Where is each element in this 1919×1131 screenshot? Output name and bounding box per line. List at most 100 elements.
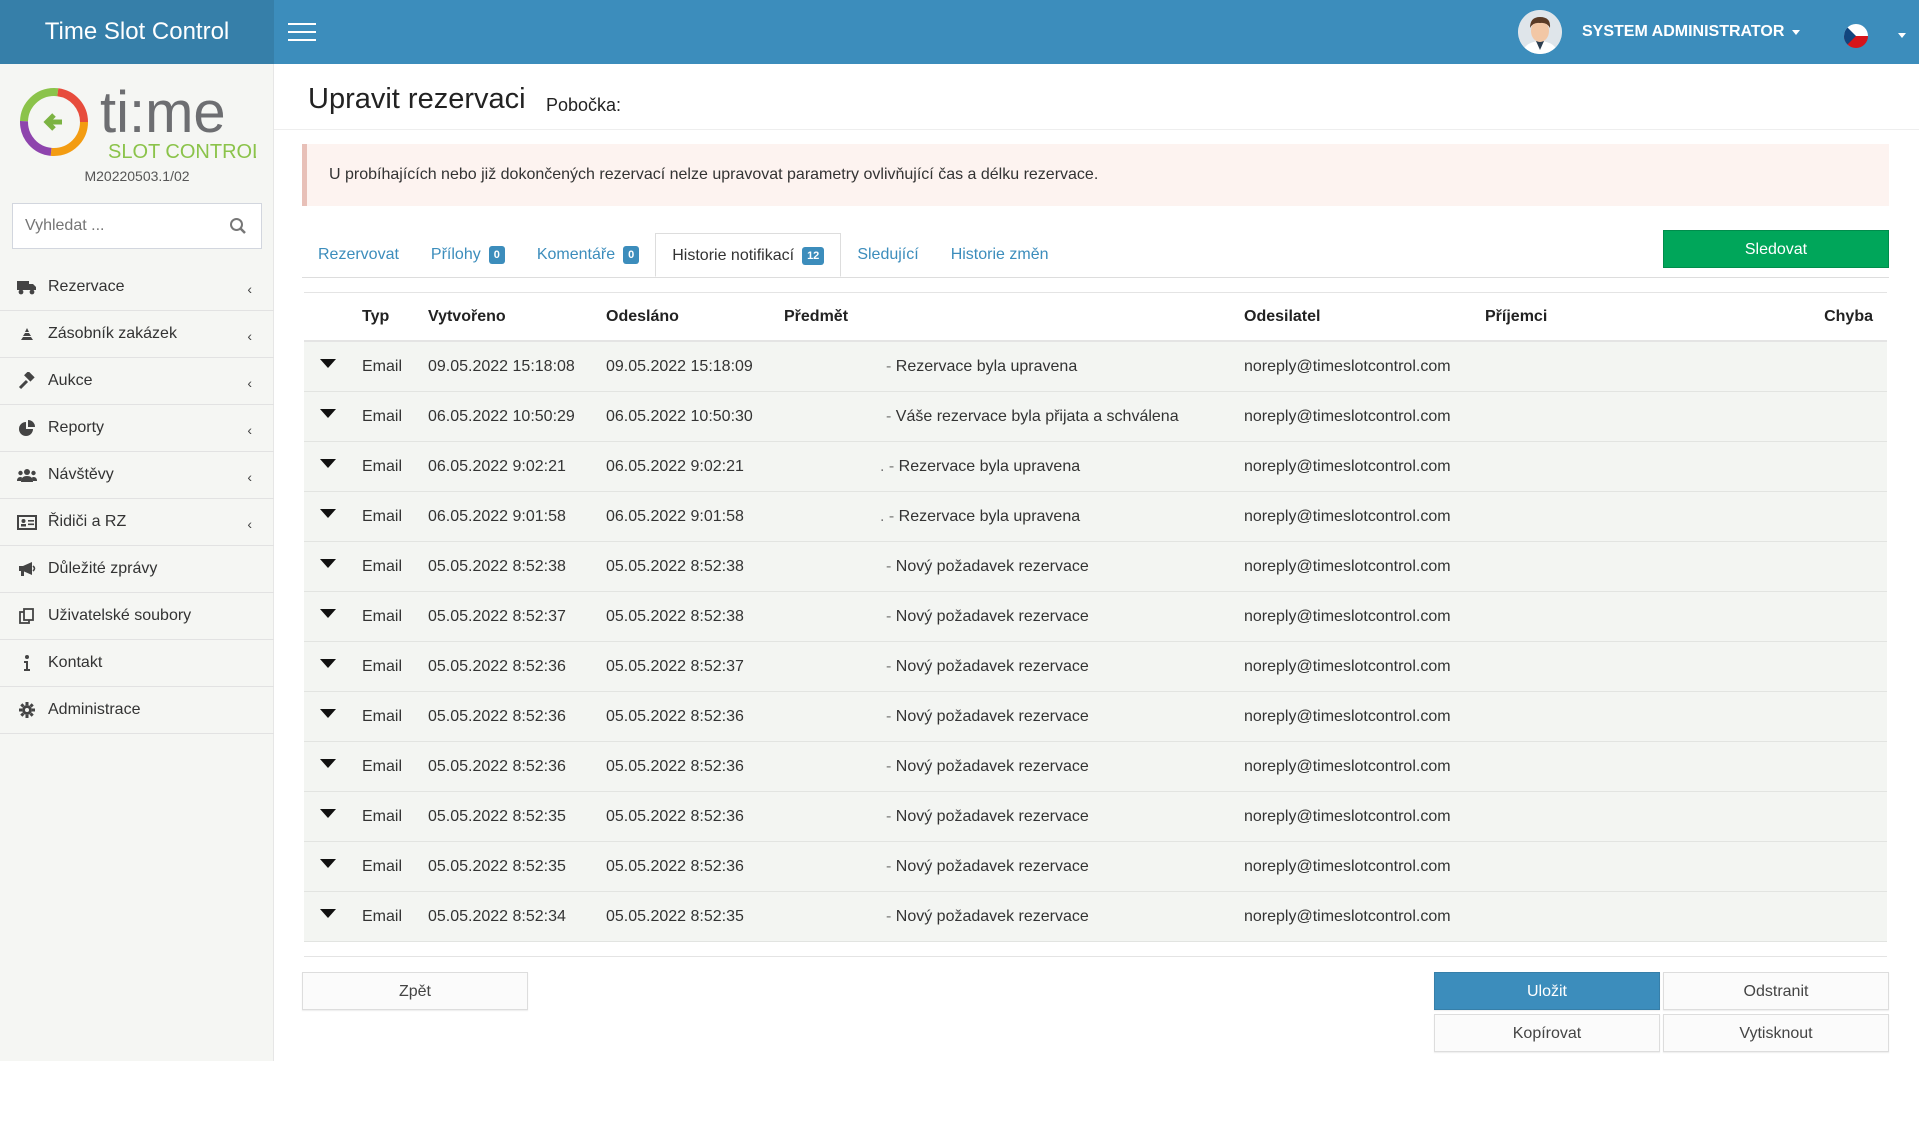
sidebar-item-navstevy[interactable]: Návštěvy ‹ — [0, 452, 274, 499]
expand-toggle[interactable] — [304, 909, 362, 918]
subject-prefix: - — [886, 907, 896, 925]
chevron-left-icon: ‹ — [247, 469, 252, 485]
subject-text: Nový požadavek rezervace — [895, 807, 1089, 825]
divider — [304, 956, 1887, 957]
print-button[interactable]: Vytisknout — [1663, 1014, 1889, 1052]
table-row[interactable]: Email 05.05.2022 8:52:36 05.05.2022 8:52:3… — [304, 642, 1887, 692]
sidebar-item-reporty[interactable]: Reporty ‹ — [0, 405, 274, 452]
search-icon[interactable] — [229, 217, 247, 235]
avatar — [1518, 10, 1562, 54]
cell-sender: noreply@timeslotcontrol.com — [1244, 407, 1451, 425]
sidebar-item-label: Návštěvy — [48, 466, 114, 483]
expand-toggle[interactable] — [304, 509, 362, 518]
table-row[interactable]: Email 06.05.2022 10:50:29 06.05.2022 10:50… — [304, 392, 1887, 442]
cell-subject: . - Rezervace byla upravena — [784, 508, 1244, 526]
cell-created: 06.05.2022 9:01:58 — [428, 507, 566, 525]
caret-down-icon[interactable] — [320, 709, 336, 718]
subject-prefix: - — [886, 607, 896, 625]
cell-sender: noreply@timeslotcontrol.com — [1244, 807, 1451, 825]
caret-down-icon[interactable] — [320, 859, 336, 868]
table-row[interactable]: Email 05.05.2022 8:52:36 05.05.2022 8:52:3… — [304, 742, 1887, 792]
language-chevron-icon[interactable] — [1898, 33, 1906, 38]
delete-button[interactable]: Odstranit — [1663, 972, 1889, 1010]
caret-down-icon[interactable] — [320, 559, 336, 568]
table-row[interactable]: Email 05.05.2022 8:52:38 05.05.2022 8:52:3… — [304, 542, 1887, 592]
expand-toggle[interactable] — [304, 809, 362, 818]
sidebar-item-label: Uživatelské soubory — [48, 607, 192, 624]
table-row[interactable]: Email 06.05.2022 9:01:58 06.05.2022 9:01:5… — [304, 492, 1887, 542]
header-type: Typ — [362, 307, 390, 325]
sidebar-item-zpravy[interactable]: Důležité zprávy — [0, 546, 274, 593]
header-sent: Odesláno — [606, 307, 679, 325]
tab-label: Historie notifikací — [672, 247, 795, 264]
cell-sender: noreply@timeslotcontrol.com — [1244, 357, 1451, 375]
tab-historie-zmen[interactable]: Historie změn — [935, 233, 1065, 277]
cell-type: Email — [362, 907, 403, 925]
subject-text: Rezervace byla upravena — [895, 357, 1078, 375]
sidebar-item-ridici[interactable]: Řidiči a RZ ‹ — [0, 499, 274, 546]
czech-flag-icon[interactable] — [1844, 24, 1868, 48]
cell-type: Email — [362, 357, 403, 375]
caret-down-icon[interactable] — [320, 509, 336, 518]
sidebar: ti:me SLOT CONTROL M20220503.1/02 Rezerv… — [0, 64, 274, 1061]
follow-button[interactable]: Sledovat — [1663, 230, 1889, 268]
caret-down-icon[interactable] — [320, 359, 336, 368]
table-row[interactable]: Email 05.05.2022 8:52:36 05.05.2022 8:52:3… — [304, 692, 1887, 742]
table-row[interactable]: Email 05.05.2022 8:52:34 05.05.2022 8:52:3… — [304, 892, 1887, 942]
sidebar-item-rezervace[interactable]: Rezervace ‹ — [0, 264, 274, 311]
copy-button[interactable]: Kopírovat — [1434, 1014, 1660, 1052]
cell-sender: noreply@timeslotcontrol.com — [1244, 507, 1451, 525]
expand-toggle[interactable] — [304, 859, 362, 868]
hamburger-icon[interactable] — [288, 23, 316, 43]
tab-sledujici[interactable]: Sledující — [841, 233, 934, 277]
user-menu[interactable]: SYSTEM ADMINISTRATOR — [1518, 10, 1801, 54]
sidebar-item-kontakt[interactable]: Kontakt — [0, 640, 274, 687]
tab-prilohy[interactable]: Přílohy 0 — [415, 233, 521, 277]
caret-down-icon[interactable] — [320, 609, 336, 618]
table-row[interactable]: Email 05.05.2022 8:52:35 05.05.2022 8:52:3… — [304, 842, 1887, 892]
table-header: Typ Vytvořeno Odesláno Předmět Odesilate… — [304, 292, 1887, 342]
tab-label: Sledující — [857, 246, 919, 263]
caret-down-icon[interactable] — [320, 759, 336, 768]
expand-toggle[interactable] — [304, 659, 362, 668]
expand-toggle[interactable] — [304, 409, 362, 418]
table-row[interactable]: Email 06.05.2022 9:02:21 06.05.2022 9:02:2… — [304, 442, 1887, 492]
cell-created: 05.05.2022 8:52:35 — [428, 857, 566, 875]
caret-down-icon[interactable] — [320, 809, 336, 818]
cell-sent: 05.05.2022 8:52:38 — [606, 557, 744, 575]
timeslot-logo: ti:me SLOT CONTROL — [16, 78, 263, 168]
header-error: Chyba — [1824, 307, 1873, 325]
table-row[interactable]: Email 05.05.2022 8:52:35 05.05.2022 8:52:3… — [304, 792, 1887, 842]
back-button[interactable]: Zpět — [302, 972, 528, 1010]
id-card-icon — [16, 513, 38, 531]
caret-down-icon[interactable] — [320, 909, 336, 918]
gavel-icon — [16, 372, 38, 390]
subject-prefix: - — [886, 757, 896, 775]
expand-toggle[interactable] — [304, 359, 362, 368]
sidebar-item-administrace[interactable]: Administrace — [0, 687, 274, 734]
tab-rezervovat[interactable]: Rezervovat — [302, 233, 415, 277]
expand-toggle[interactable] — [304, 709, 362, 718]
expand-toggle[interactable] — [304, 459, 362, 468]
cell-sender: noreply@timeslotcontrol.com — [1244, 757, 1451, 775]
sidebar-item-soubory[interactable]: Uživatelské soubory — [0, 593, 274, 640]
expand-toggle[interactable] — [304, 609, 362, 618]
expand-toggle[interactable] — [304, 559, 362, 568]
sidebar-item-label: Zásobník zakázek — [48, 325, 177, 342]
sidebar-search — [12, 203, 262, 249]
save-button[interactable]: Uložit — [1434, 972, 1660, 1010]
caret-down-icon[interactable] — [320, 409, 336, 418]
search-input[interactable] — [13, 204, 213, 248]
caret-down-icon[interactable] — [320, 459, 336, 468]
table-row[interactable]: Email 09.05.2022 15:18:08 09.05.2022 15:18… — [304, 342, 1887, 392]
expand-toggle[interactable] — [304, 759, 362, 768]
cell-created: 05.05.2022 8:52:36 — [428, 707, 566, 725]
table-row[interactable]: Email 05.05.2022 8:52:37 05.05.2022 8:52:3… — [304, 592, 1887, 642]
brand-title[interactable]: Time Slot Control — [0, 0, 274, 64]
tab-historie-notifikaci[interactable]: Historie notifikací 12 — [655, 233, 842, 277]
cell-sent: 05.05.2022 8:52:36 — [606, 807, 744, 825]
sidebar-item-aukce[interactable]: Aukce ‹ — [0, 358, 274, 405]
caret-down-icon[interactable] — [320, 659, 336, 668]
sidebar-item-zasobnik[interactable]: Zásobník zakázek ‹ — [0, 311, 274, 358]
tab-komentare[interactable]: Komentáře 0 — [521, 233, 655, 277]
